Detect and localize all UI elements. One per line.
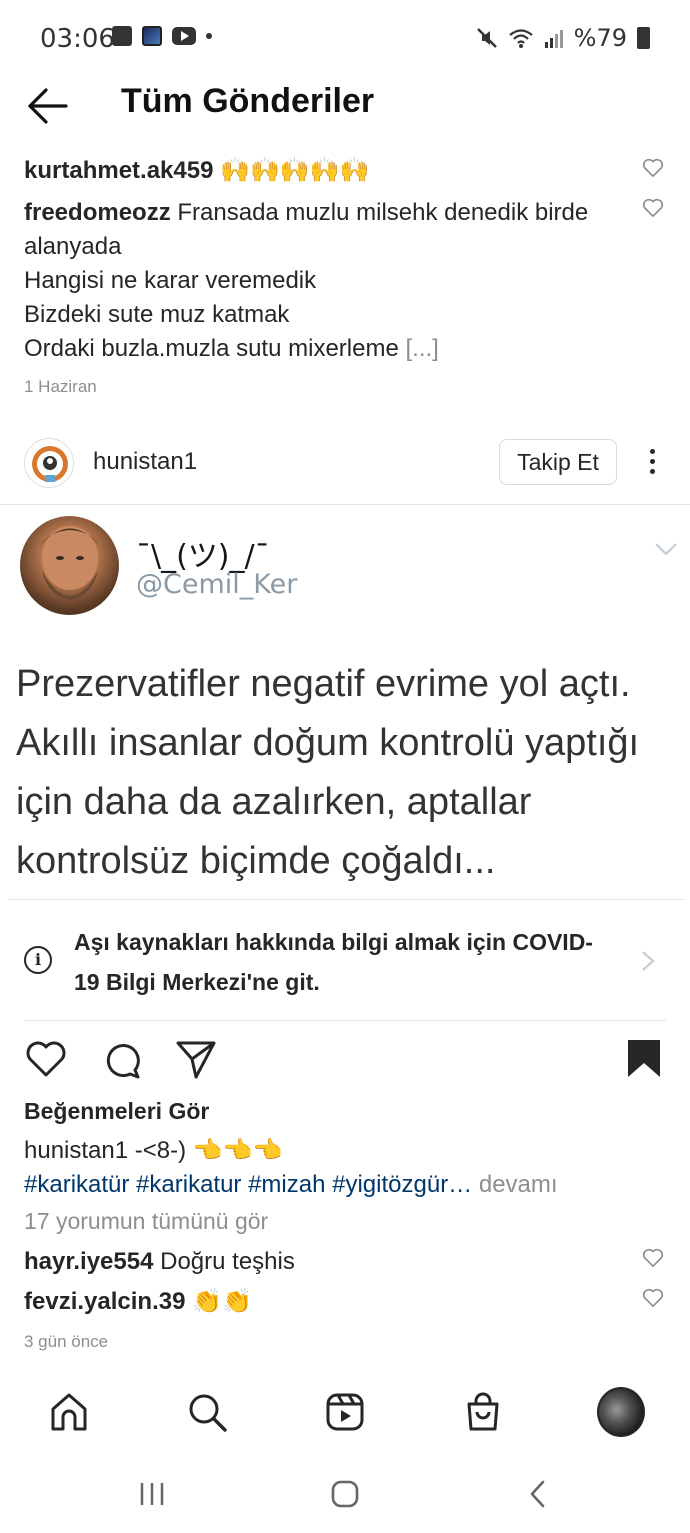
divider [8, 899, 684, 900]
signal-icon [544, 30, 563, 48]
bookmark-icon[interactable] [622, 1037, 666, 1081]
comment: hayr.iye554 Doğru teşhis [24, 1245, 624, 1279]
like-heart-icon[interactable] [24, 1037, 68, 1081]
home-icon [51, 1393, 87, 1431]
heart-icon[interactable] [642, 1248, 664, 1268]
view-all-comments-link[interactable]: 17 yorumun tümünü gör [24, 1208, 268, 1235]
home-button-icon[interactable] [325, 1476, 365, 1512]
info-icon: i [24, 946, 52, 974]
battery-icon [637, 27, 650, 49]
heart-icon[interactable] [642, 198, 664, 218]
comment: fevzi.yalcin.39 👏👏 [24, 1285, 624, 1319]
divider [24, 1020, 666, 1021]
top-bar: Tüm Gönderiler [0, 80, 690, 130]
shop-bag-icon [467, 1392, 499, 1431]
nav-search[interactable] [183, 1388, 231, 1436]
nav-profile[interactable] [597, 1387, 645, 1437]
bottom-navigation [0, 1380, 690, 1446]
wifi-icon [508, 29, 533, 48]
battery-percent: %79 [573, 24, 627, 52]
chevron-down-icon [655, 543, 677, 556]
comment-line: Ordaki buzla.muzla sutu mixerleme [24, 335, 399, 362]
comment-text: 🙌🙌🙌🙌🙌 [220, 157, 370, 184]
status-time: 03:06 [40, 24, 115, 54]
dot-icon [206, 33, 212, 39]
recent-apps-icon[interactable] [132, 1476, 172, 1512]
hashtag-list[interactable]: #karikatür #karikatur #mizah #yigitözgür… [24, 1171, 472, 1198]
post-image[interactable]: ¯\_(ツ)_/¯ @Cemil_Ker Prezervatifler nega… [0, 505, 690, 900]
tweet-avatar [20, 516, 119, 615]
comment: kurtahmet.ak459 🙌🙌🙌🙌🙌 [24, 154, 624, 188]
nav-shop[interactable] [459, 1388, 507, 1436]
caption-text: -<8-) 👈👈👈 [134, 1137, 283, 1164]
system-navigation [0, 1470, 690, 1518]
heart-icon[interactable] [642, 158, 664, 178]
caption-hashtags: #karikatür #karikatur #mizah #yigitözgür… [24, 1168, 664, 1202]
comment-bubble-icon[interactable] [100, 1037, 144, 1081]
comment-more[interactable]: [...] [405, 335, 438, 362]
comment-username[interactable]: fevzi.yalcin.39 [24, 1288, 185, 1315]
tweet-text: Prezervatifler negatif evrime yol açtı. … [16, 663, 640, 882]
nav-home[interactable] [45, 1388, 93, 1436]
mute-icon [476, 28, 497, 48]
comment-username[interactable]: freedomeozz [24, 199, 171, 226]
nav-reels[interactable] [321, 1388, 369, 1436]
comment-line: Hangisi ne karar veremedik [24, 267, 317, 294]
post-timestamp: 3 gün önce [24, 1332, 109, 1351]
youtube-icon [172, 27, 196, 45]
photo-icon [112, 26, 132, 46]
comment-line: Bizdeki sute muz katmak [24, 301, 290, 328]
comment-username[interactable]: hayr.iye554 [24, 1248, 153, 1275]
covid-info-banner[interactable]: i Aşı kaynakları hakkında bilgi almak iç… [0, 922, 690, 1000]
avatar[interactable] [24, 438, 74, 488]
profile-avatar [597, 1387, 645, 1437]
back-arrow-icon[interactable] [26, 86, 70, 126]
share-send-icon[interactable] [174, 1037, 218, 1081]
reels-icon [326, 1393, 364, 1431]
status-bar: 03:06 %79 [0, 0, 690, 80]
chevron-right-icon [642, 951, 655, 971]
caption-username[interactable]: hunistan1 [24, 1137, 128, 1164]
post-caption: hunistan1 -<8-) 👈👈👈 [24, 1134, 664, 1168]
back-button-icon[interactable] [518, 1476, 558, 1512]
comment-text: 👏👏 [192, 1288, 252, 1315]
see-likes-link[interactable]: Beğenmeleri Gör [24, 1098, 209, 1125]
tweet-handle: @Cemil_Ker [136, 569, 298, 600]
more-options-icon[interactable] [640, 446, 664, 480]
search-icon [189, 1394, 227, 1432]
heart-icon[interactable] [642, 1288, 664, 1308]
caption-more-link[interactable]: devamı [472, 1171, 558, 1198]
comment-timestamp: 1 Haziran [24, 377, 97, 396]
comment: freedomeozz Fransada muzlu milsehk dened… [24, 196, 624, 366]
comment-username[interactable]: kurtahmet.ak459 [24, 157, 213, 184]
post-username[interactable]: hunistan1 [93, 448, 197, 476]
comment-text: Doğru teşhis [160, 1248, 295, 1275]
page-title: Tüm Gönderiler [121, 82, 375, 120]
post-actions [0, 1037, 690, 1083]
space-icon [142, 26, 162, 46]
follow-button[interactable]: Takip Et [499, 439, 617, 485]
post-header: hunistan1 Takip Et [0, 434, 690, 492]
covid-info-text: Aşı kaynakları hakkında bilgi almak için… [74, 929, 593, 995]
